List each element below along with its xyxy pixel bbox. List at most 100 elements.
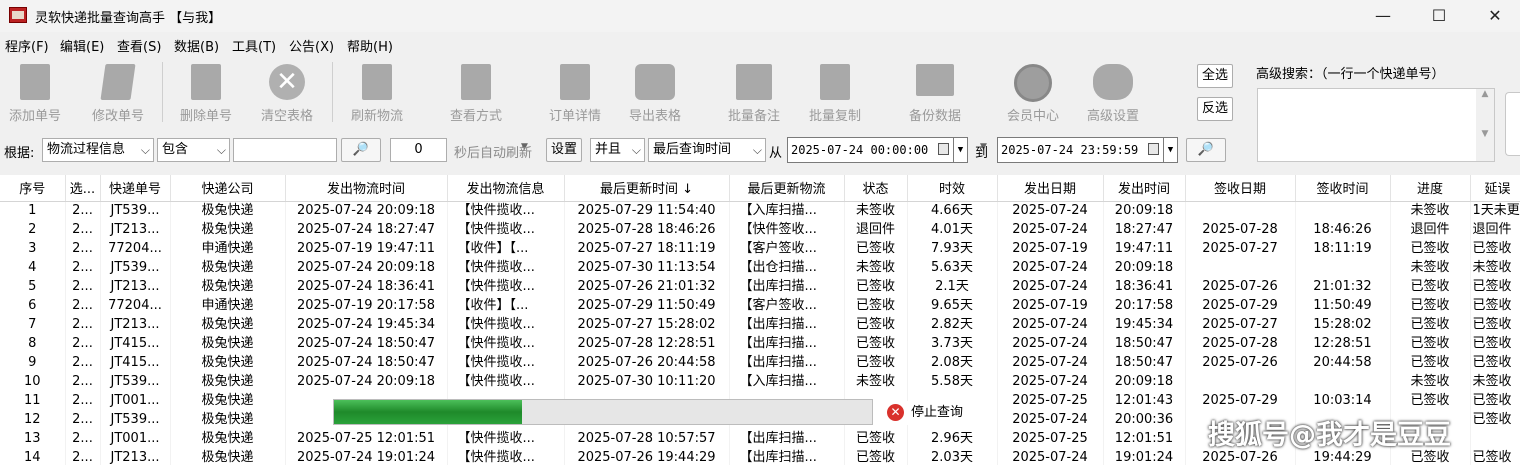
table-row[interactable]: 3 2... 77204... 申通快递 2025-07-19 19:47:11 【收件】…	[0, 239, 1520, 258]
add-number-button[interactable]: 添加单号	[0, 60, 75, 124]
column-header[interactable]: 快递单号	[100, 175, 171, 202]
table-cell: 2025-07-28 10:57:57	[564, 429, 730, 448]
column-header[interactable]: 签收时间	[1295, 175, 1391, 202]
table-cell: 2025-07-29 11:54:40	[564, 201, 730, 220]
column-header[interactable]: 时效	[907, 175, 998, 202]
table-cell: 2025-07-28 12:28:51	[564, 334, 730, 353]
order-detail-button[interactable]: 订单详情	[535, 60, 615, 124]
edit-number-button[interactable]: 修改单号	[78, 60, 158, 124]
menu-data[interactable]: 数据(B)	[174, 36, 219, 55]
export-table-button[interactable]: 导出表格	[615, 60, 695, 124]
advanced-settings-button[interactable]: 高级设置	[1073, 60, 1153, 124]
table-cell: 已签收	[844, 353, 908, 372]
table-cell: 2025-07-24 20:09:18	[285, 201, 448, 220]
select-all-button[interactable]: 全选	[1197, 64, 1233, 88]
table-cell: 2025-07-26 21:01:32	[564, 277, 730, 296]
table-row[interactable]: 1 2... JT539... 极兔快递 2025-07-24 20:09:18 【快件揽…	[0, 201, 1520, 220]
column-header[interactable]: 发出时间	[1103, 175, 1186, 202]
table-cell: 2.08天	[907, 353, 998, 372]
table-row[interactable]: 2 2... JT213... 极兔快递 2025-07-24 18:27:47 【快件揽…	[0, 220, 1520, 239]
table-row[interactable]: 5 2... JT213... 极兔快递 2025-07-24 18:36:41 【快件揽…	[0, 277, 1520, 296]
menu-help[interactable]: 帮助(H)	[347, 36, 393, 55]
minimize-button[interactable]: —	[1360, 0, 1406, 30]
batch-copy-button[interactable]: 批量复制	[795, 60, 875, 124]
column-header[interactable]: 最后更新物流	[729, 175, 845, 202]
refresh-logistics-button[interactable]: 刷新物流	[337, 60, 417, 124]
member-center-button[interactable]: 会员中心	[993, 60, 1073, 124]
column-header[interactable]: 状态	[844, 175, 908, 202]
logic-select[interactable]: 并且 ⌵	[590, 138, 645, 162]
table-row[interactable]: 7 2... JT213... 极兔快递 2025-07-24 19:45:34 【快件揽…	[0, 315, 1520, 334]
settings-button[interactable]: 设置	[546, 138, 582, 162]
delete-number-button[interactable]: 删除单号	[166, 60, 246, 124]
column-header[interactable]: 快递公司	[170, 175, 286, 202]
table-row[interactable]: 9 2... JT415... 极兔快递 2025-07-24 18:50:47 【快件揽…	[0, 353, 1520, 372]
menu-edit[interactable]: 编辑(E)	[60, 36, 104, 55]
advanced-search-label: 高级搜索：（一行一个快递单号）	[1256, 67, 1445, 82]
table-cell: 2025-07-24	[997, 372, 1104, 391]
table-row[interactable]: 6 2... 77204... 申通快递 2025-07-19 20:17:58 【收件】…	[0, 296, 1520, 315]
maximize-button[interactable]: ☐	[1416, 0, 1462, 30]
chevron-down-icon[interactable]: ▼	[954, 137, 968, 163]
table-cell: 6	[0, 296, 66, 315]
menu-view[interactable]: 查看(S)	[117, 36, 161, 55]
menu-notice[interactable]: 公告(X)	[289, 36, 334, 55]
column-header[interactable]: 选...	[65, 175, 101, 202]
column-header[interactable]: 发出日期	[997, 175, 1104, 202]
from-date-picker[interactable]: 2025-07-24 00:00:00	[787, 137, 954, 163]
table-cell: 2...	[65, 334, 101, 353]
table-cell: JT213...	[100, 220, 171, 239]
table-cell: 已签收	[844, 277, 908, 296]
time-field-select[interactable]: 最后查询时间 ⌵	[648, 138, 766, 162]
table-cell: 20:09:18	[1103, 372, 1186, 391]
table-cell	[1295, 372, 1391, 391]
table-cell: 18:36:41	[1103, 277, 1186, 296]
table-cell: 19:45:34	[1103, 315, 1186, 334]
table-row[interactable]: 4 2... JT539... 极兔快递 2025-07-24 20:09:18 【快件揽…	[0, 258, 1520, 277]
basis-select[interactable]: 物流过程信息 ⌵	[42, 138, 154, 162]
table-cell: 【快件揽收...	[447, 201, 565, 220]
refresh-seconds-input[interactable]: 0	[390, 138, 447, 162]
clear-table-button[interactable]: ✕ 清空表格	[247, 60, 327, 124]
column-header[interactable]: 发出物流时间	[285, 175, 448, 202]
backup-data-button[interactable]: 备份数据	[895, 60, 975, 124]
table-cell: 2025-07-24 19:45:34	[285, 315, 448, 334]
table-row[interactable]: 10 2... JT539... 极兔快递 2025-07-24 20:09:18 【快件…	[0, 372, 1520, 391]
date-search-button[interactable]: 🔎	[1186, 138, 1226, 162]
table-cell: 4.66天	[907, 201, 998, 220]
menu-program[interactable]: 程序(F)	[5, 36, 49, 55]
column-header[interactable]: 最后更新时间 ↓	[564, 175, 730, 202]
chevron-down-icon[interactable]: ▼	[1164, 137, 1178, 163]
column-header[interactable]: 签收日期	[1185, 175, 1296, 202]
table-cell: 1天未更新	[1470, 201, 1520, 220]
view-mode-button[interactable]: 查看方式	[436, 60, 516, 124]
column-header[interactable]: 序号	[0, 175, 66, 202]
table-row[interactable]: 8 2... JT415... 极兔快递 2025-07-24 18:50:47 【快件揽…	[0, 334, 1520, 353]
close-button[interactable]: ✕	[1472, 0, 1518, 30]
add-document-icon	[20, 64, 50, 100]
table-cell: 2	[0, 220, 66, 239]
advanced-search-scrollbar[interactable]: ▲ ▼	[1476, 89, 1494, 161]
column-header[interactable]: 延误	[1470, 175, 1520, 202]
search-button[interactable]: 🔎	[341, 138, 381, 162]
table-cell: 【快件揽收...	[447, 315, 565, 334]
table-cell: 未签收	[1390, 372, 1471, 391]
table-cell: 5	[0, 277, 66, 296]
table-cell: 【出库扫描...	[729, 334, 845, 353]
match-select[interactable]: 包含 ⌵	[157, 138, 230, 162]
table-cell: 2...	[65, 258, 101, 277]
column-header[interactable]: 发出物流信息	[447, 175, 565, 202]
table-cell: 18:27:47	[1103, 220, 1186, 239]
to-date-picker[interactable]: 2025-07-24 23:59:59	[997, 137, 1164, 163]
table-cell: JT001...	[100, 429, 171, 448]
table-cell: 20:17:58	[1103, 296, 1186, 315]
menu-tools[interactable]: 工具(T)	[232, 36, 276, 55]
invert-selection-button[interactable]: 反选	[1197, 97, 1233, 121]
batch-note-button[interactable]: 批量备注	[714, 60, 794, 124]
stop-query-button[interactable]: ✕ 停止查询	[880, 401, 975, 425]
advanced-search-input[interactable]	[1257, 88, 1495, 162]
column-header[interactable]: 进度	[1390, 175, 1471, 202]
keyword-input[interactable]	[233, 138, 337, 162]
table-cell: 19:01:24	[1103, 448, 1186, 465]
table-cell: 【出仓扫描...	[729, 258, 845, 277]
